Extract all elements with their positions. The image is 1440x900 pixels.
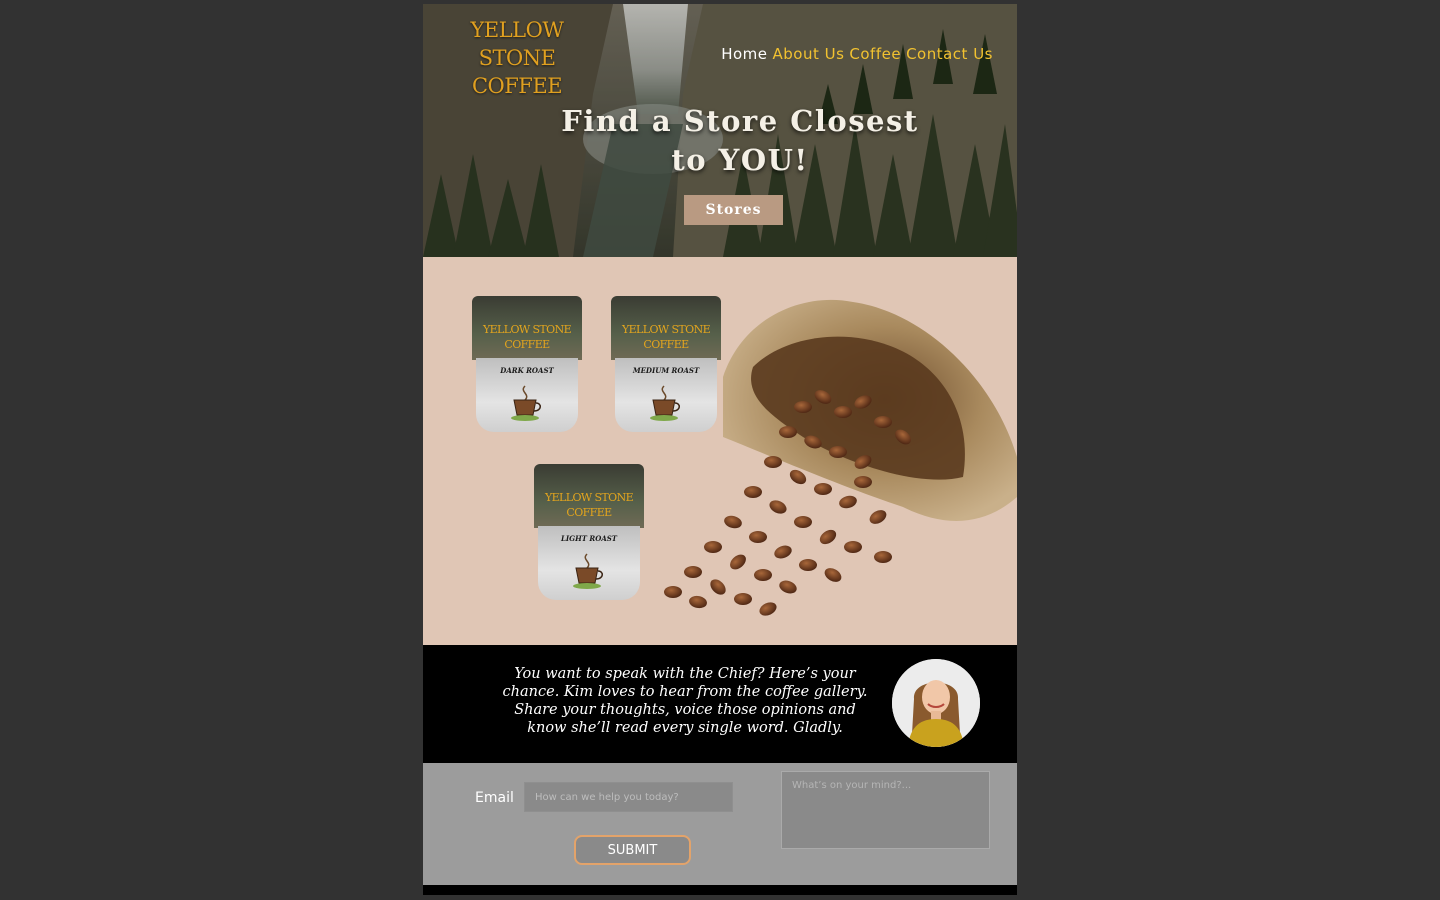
page: YELLOW STONE COFFEE Home About Us Coffee…: [423, 4, 1017, 895]
nav-contact-link[interactable]: Contact Us: [906, 45, 993, 63]
nav-about-link[interactable]: About Us: [772, 45, 844, 63]
bag-brand: YELLOW STONE COFFEE: [482, 323, 572, 351]
chief-section: You want to speak with the Chief? Here’s…: [423, 645, 1017, 763]
logo-line-1: YELLOW STONE: [470, 18, 564, 70]
site-logo[interactable]: YELLOW STONE COFFEE: [437, 16, 597, 100]
product-bag-light-roast[interactable]: YELLOW STONE COFFEE LIGHT ROAST: [534, 464, 644, 602]
coffee-cup-icon: [650, 385, 680, 421]
bag-brand: YELLOW STONE COFFEE: [544, 491, 634, 519]
coffee-cup-icon: [511, 385, 541, 421]
product-bag-dark-roast[interactable]: YELLOW STONE COFFEE DARK ROAST: [472, 296, 582, 434]
contact-form: Email SUBMIT: [423, 763, 1017, 885]
nav-home-link[interactable]: Home: [721, 45, 767, 63]
products-section: YELLOW STONE COFFEE DARK ROAST YELLOW ST…: [423, 257, 1017, 645]
product-bag-medium-roast[interactable]: YELLOW STONE COFFEE MEDIUM ROAST: [611, 296, 721, 434]
coffee-cup-icon: [573, 553, 603, 589]
hero-section: YELLOW STONE COFFEE Home About Us Coffee…: [423, 4, 1017, 257]
bag-roast-label: LIGHT ROAST: [560, 534, 618, 543]
bag-roast-label: MEDIUM ROAST: [632, 366, 700, 375]
hero-title: Find a Store Closest to YOU!: [533, 102, 947, 180]
main-nav: Home About Us Coffee Contact Us: [721, 45, 993, 63]
hero-title-line-1: Find a Store Closest: [561, 104, 919, 138]
stores-button[interactable]: Stores: [684, 195, 783, 225]
hero-title-line-2: to YOU!: [671, 143, 809, 177]
nav-coffee-link[interactable]: Coffee: [849, 45, 901, 63]
avatar: [892, 659, 980, 747]
email-label: Email: [475, 790, 514, 806]
email-field[interactable]: [524, 782, 733, 812]
logo-line-2: COFFEE: [471, 74, 563, 98]
bag-roast-label: DARK ROAST: [500, 366, 554, 375]
bag-brand: YELLOW STONE COFFEE: [621, 323, 711, 351]
woman-portrait-avatar: [892, 659, 980, 747]
submit-button[interactable]: SUBMIT: [574, 835, 691, 865]
message-textarea[interactable]: [781, 771, 990, 849]
chief-message: You want to speak with the Chief? Here’s…: [502, 666, 868, 736]
